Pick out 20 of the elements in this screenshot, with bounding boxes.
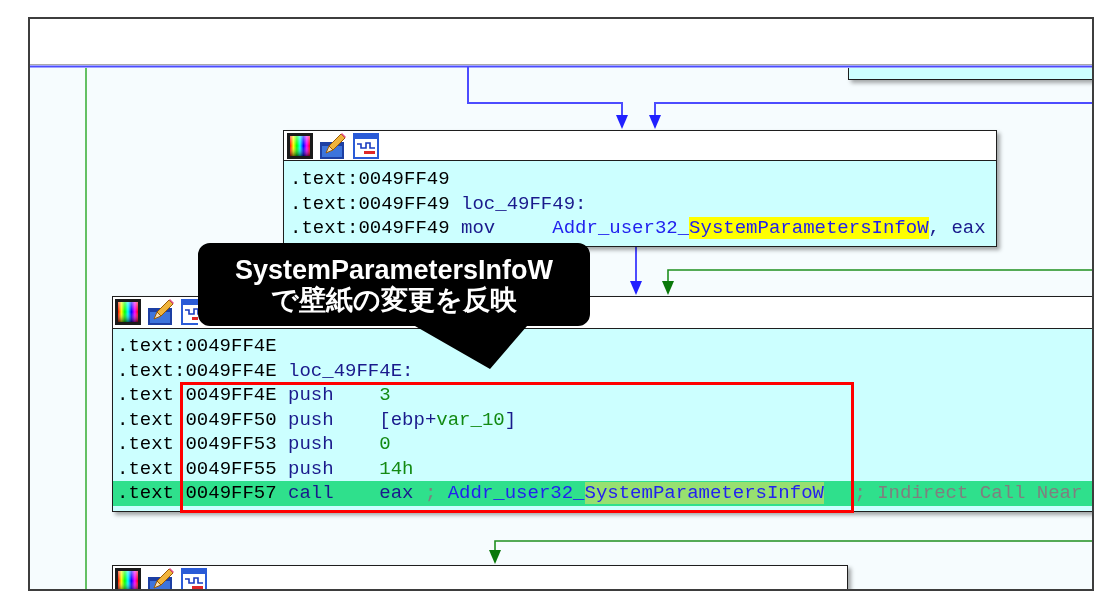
graph-icon[interactable] xyxy=(353,133,379,159)
code-line[interactable]: .text 0049FF50 push [ebp+var_10] xyxy=(113,407,1092,432)
code-line[interactable]: .text 0049FF53 push 0 xyxy=(113,432,1092,457)
palette-icon[interactable] xyxy=(115,299,141,325)
graph-icon[interactable] xyxy=(181,299,198,325)
code-line[interactable]: .text:0049FF49 loc_49FF49: xyxy=(284,191,996,216)
code-line[interactable]: .text:0049FF49 xyxy=(284,167,996,192)
code-line[interactable]: .text 0049FF55 push 14h xyxy=(113,456,1092,481)
code-line[interactable]: .text:0049FF49 mov Addr_user32_SystemParametersInfoW, eax xyxy=(284,216,996,241)
palette-icon[interactable] xyxy=(287,133,313,159)
code-line[interactable]: .text 0049FF4E push 3 xyxy=(113,383,1092,408)
pencil-icon[interactable] xyxy=(148,299,174,325)
code-line[interactable]: .text:0049FF4E xyxy=(113,334,1092,359)
callout-text: SystemParametersInfoW で壁紙の変更を反映 xyxy=(234,254,554,315)
palette-icon[interactable] xyxy=(115,568,141,589)
graph-icon[interactable] xyxy=(181,568,207,589)
edge-arrow xyxy=(630,246,642,295)
pencil-icon[interactable] xyxy=(320,133,346,159)
code-line[interactable]: .text:0049FF4E loc_49FF4E: xyxy=(113,358,1092,383)
pencil-icon[interactable] xyxy=(148,568,174,589)
